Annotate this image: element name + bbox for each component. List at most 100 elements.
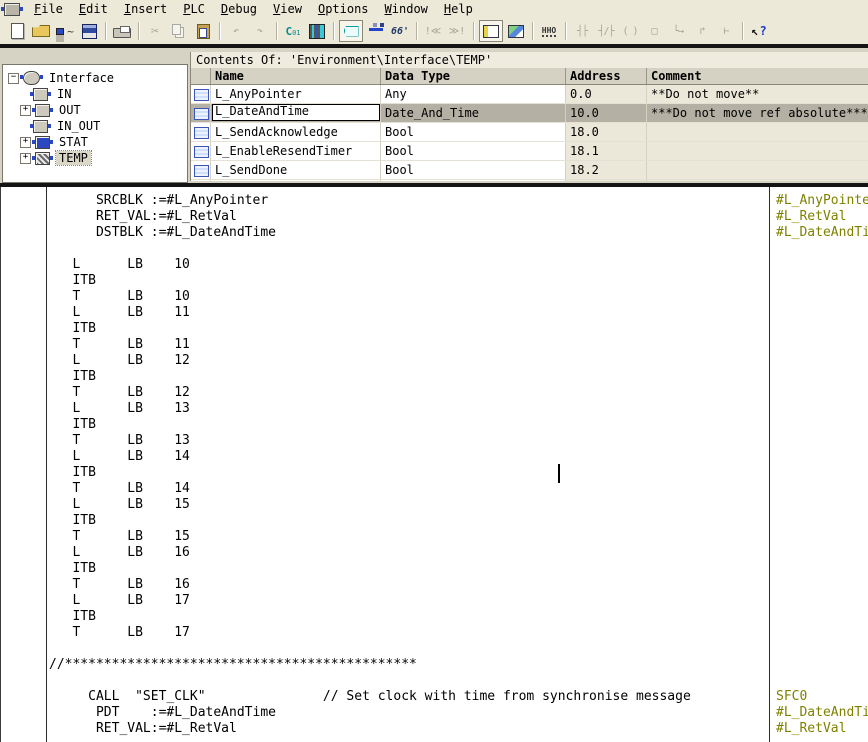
symbol-annotation: #L_RetVal bbox=[776, 209, 847, 224]
download-button[interactable] bbox=[306, 21, 328, 41]
stl-code-text[interactable]: SRCBLK :=#L_AnyPointer RET_VAL:=#L_RetVa… bbox=[49, 193, 691, 737]
interface-tree: − Interface IN + OUT IN_OUT + STAT + TEMP bbox=[2, 64, 188, 183]
cell-comment[interactable] bbox=[647, 180, 868, 181]
collapse-icon[interactable]: − bbox=[8, 72, 19, 84]
column-header-address[interactable]: Address bbox=[566, 68, 647, 84]
copy-button[interactable] bbox=[168, 21, 190, 41]
cell-comment[interactable] bbox=[647, 142, 868, 160]
cell-name[interactable]: L_SendDone bbox=[211, 161, 381, 179]
comment-toggle-button[interactable] bbox=[339, 20, 363, 42]
empty-box-button[interactable]: □ bbox=[643, 21, 665, 41]
tree-item-temp[interactable]: + TEMP bbox=[3, 150, 187, 166]
table-row[interactable]: L_SendAcknowledge Bool 18.0 bbox=[191, 123, 868, 142]
tree-item-in[interactable]: IN bbox=[3, 86, 187, 102]
table-row[interactable]: L_DateAndTime Date_And_Time 10.0 ***Do not … bbox=[191, 104, 868, 123]
cell-name[interactable]: L_SendError bbox=[211, 180, 381, 181]
expand-icon[interactable]: + bbox=[20, 152, 31, 164]
overview-icon bbox=[508, 25, 524, 38]
menu-debug[interactable]: Debug bbox=[213, 1, 265, 18]
column-header-comment[interactable]: Comment bbox=[647, 68, 868, 84]
contact-nc-button[interactable]: ┤/├ bbox=[595, 21, 617, 41]
stl-code-editor[interactable]: SRCBLK :=#L_AnyPointer RET_VAL:=#L_RetVa… bbox=[0, 187, 868, 742]
menu-edit[interactable]: Edit bbox=[71, 1, 116, 18]
undo-button[interactable]: ↶ bbox=[225, 21, 247, 41]
cell-comment[interactable] bbox=[647, 123, 868, 141]
toolbar-separator bbox=[565, 22, 566, 40]
code-annotation-line bbox=[769, 187, 770, 742]
print-button[interactable] bbox=[111, 21, 133, 41]
new-button[interactable] bbox=[6, 21, 28, 41]
redo-button[interactable]: ↷ bbox=[249, 21, 271, 41]
close-branch-button[interactable]: ↱ bbox=[691, 21, 713, 41]
tree-item-out[interactable]: + OUT bbox=[3, 102, 187, 118]
help-button[interactable] bbox=[748, 21, 770, 41]
new-network-button[interactable]: HHO bbox=[538, 21, 560, 41]
cell-data-type[interactable]: Any bbox=[381, 85, 566, 103]
paste-button[interactable] bbox=[192, 21, 214, 41]
toolbar-separator bbox=[105, 22, 106, 40]
symbol-info-button[interactable] bbox=[365, 21, 387, 41]
tree-item-stat[interactable]: + STAT bbox=[3, 134, 187, 150]
monitor-button[interactable]: 66' bbox=[389, 21, 411, 41]
cell-name[interactable]: L_DateAndTime bbox=[211, 104, 381, 122]
cell-name[interactable]: L_EnableResendTimer bbox=[211, 142, 381, 160]
toolbar-separator bbox=[333, 22, 334, 40]
next-error-button[interactable]: ≫! bbox=[446, 21, 468, 41]
cell-name[interactable]: L_AnyPointer bbox=[211, 85, 381, 103]
toolbar-separator bbox=[276, 22, 277, 40]
toolbar-separator bbox=[138, 22, 139, 40]
absolute-address-icon bbox=[285, 25, 300, 38]
cell-comment[interactable]: ***Do not move ref absolute*** bbox=[647, 104, 868, 122]
cell-address: 18.1 bbox=[566, 142, 647, 160]
menu-bar: File Edit Insert PLC Debug View Options Window H… bbox=[0, 0, 868, 19]
cell-data-type[interactable]: Bool bbox=[381, 142, 566, 160]
cell-data-type[interactable]: Bool bbox=[381, 180, 566, 181]
menu-options[interactable]: Options bbox=[310, 1, 377, 18]
contact-no-button[interactable]: ┤├ bbox=[571, 21, 593, 41]
name-edit-box[interactable]: L_DateAndTime bbox=[212, 104, 380, 121]
save-button[interactable] bbox=[78, 21, 100, 41]
cell-comment[interactable]: **Do not move** bbox=[647, 85, 868, 103]
text-caret bbox=[558, 464, 560, 483]
table-row[interactable]: L_EnableResendTimer Bool 18.1 bbox=[191, 142, 868, 161]
coil-icon: ( ) bbox=[622, 25, 638, 37]
menu-plc[interactable]: PLC bbox=[175, 1, 213, 18]
expand-icon[interactable]: + bbox=[20, 136, 31, 148]
column-header-data-type[interactable]: Data Type bbox=[381, 68, 566, 84]
column-header-name[interactable]: Name bbox=[211, 68, 381, 84]
cell-name[interactable]: L_SendAcknowledge bbox=[211, 123, 381, 141]
menu-view[interactable]: View bbox=[265, 1, 310, 18]
open-button[interactable] bbox=[30, 21, 52, 41]
tree-item-in_out[interactable]: IN_OUT bbox=[3, 118, 187, 134]
menu-insert[interactable]: Insert bbox=[116, 1, 175, 18]
addressing-button[interactable] bbox=[282, 21, 304, 41]
save-as-button[interactable] bbox=[54, 21, 76, 41]
table-row[interactable]: L_AnyPointer Any 0.0 **Do not move** bbox=[191, 85, 868, 104]
open-branch-button[interactable]: └→ bbox=[667, 21, 689, 41]
view-split-button[interactable] bbox=[479, 20, 503, 42]
variable-icon bbox=[194, 146, 209, 158]
window-block-icon[interactable] bbox=[1, 2, 23, 16]
cell-data-type[interactable]: Bool bbox=[381, 123, 566, 141]
overview-button[interactable] bbox=[505, 21, 527, 41]
cell-address: 18.2 bbox=[566, 161, 647, 179]
table-row[interactable]: L_SendErrorBool18.3 bbox=[191, 180, 868, 181]
close-branch-icon: ↱ bbox=[699, 25, 705, 37]
menu-help[interactable]: Help bbox=[436, 1, 481, 18]
cell-comment[interactable] bbox=[647, 161, 868, 179]
contact-nc-icon: ┤/├ bbox=[598, 25, 614, 37]
monitor-glasses-icon: 66' bbox=[390, 25, 410, 37]
coil-button[interactable]: ( ) bbox=[619, 21, 641, 41]
variable-icon bbox=[194, 108, 209, 120]
menu-file[interactable]: File bbox=[26, 1, 71, 18]
cell-data-type[interactable]: Bool bbox=[381, 161, 566, 179]
connector-button[interactable]: ⊢ bbox=[715, 21, 737, 41]
expand-icon[interactable]: + bbox=[20, 104, 31, 116]
menu-window[interactable]: Window bbox=[377, 1, 436, 18]
prev-error-button[interactable]: !≪ bbox=[422, 21, 444, 41]
table-row[interactable]: L_SendDone Bool 18.2 bbox=[191, 161, 868, 180]
cell-data-type[interactable]: Date_And_Time bbox=[381, 104, 566, 122]
symbol-annotation: #L_DateAndTime bbox=[776, 225, 868, 240]
tree-item-interface[interactable]: − Interface bbox=[3, 70, 187, 86]
cut-button[interactable]: ✂ bbox=[144, 21, 166, 41]
